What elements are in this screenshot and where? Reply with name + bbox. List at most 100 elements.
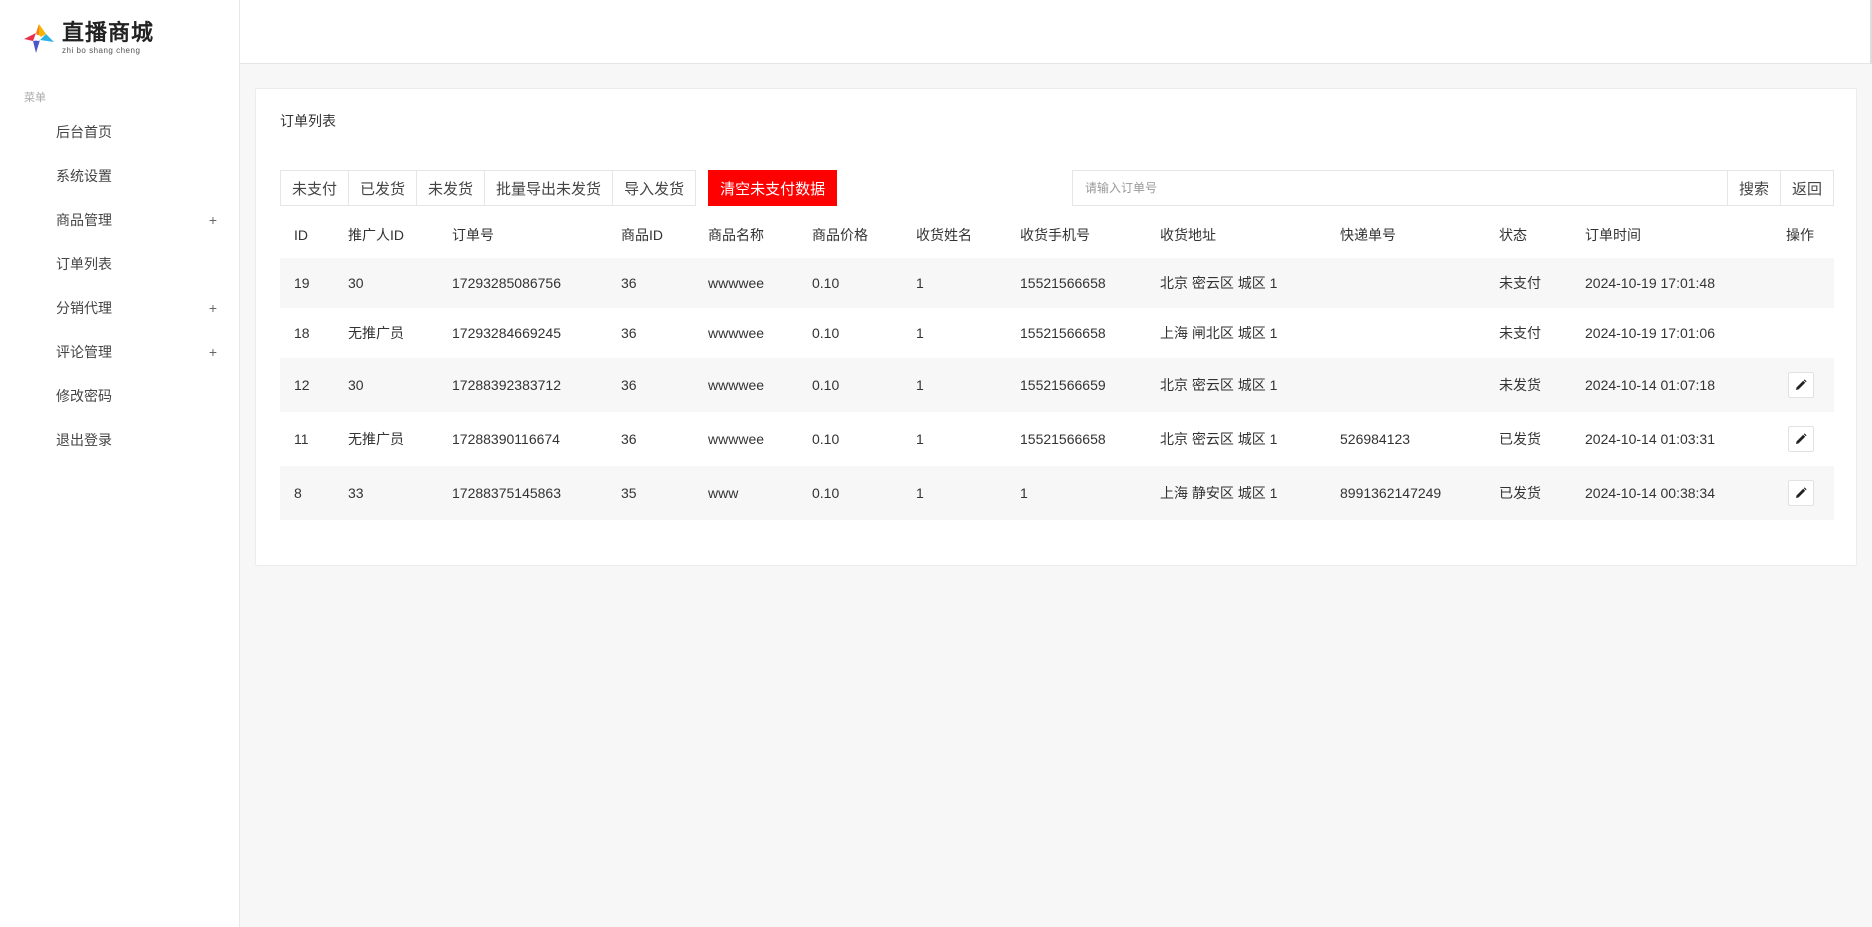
cell-address: 北京 密云区 城区 1 (1160, 377, 1278, 393)
pencil-icon (1796, 379, 1807, 390)
filter-shipped-button[interactable]: 已发货 (349, 170, 418, 206)
cell-product-name: wwwwee (708, 377, 765, 393)
cell-status: 未支付 (1499, 275, 1541, 291)
logo[interactable]: 直播商城 zhi bo shang cheng (22, 20, 154, 56)
plus-icon[interactable]: + (206, 212, 220, 228)
cell-actions (1766, 308, 1834, 358)
cell-receiver-phone: 15521566658 (1020, 325, 1106, 341)
sidebar-item-products[interactable]: 商品管理 + (0, 198, 240, 242)
column-header-tracking-no: 快递单号 (1340, 227, 1396, 243)
cell-id: 12 (294, 377, 310, 393)
plus-icon[interactable]: + (206, 300, 220, 316)
sidebar-item-label: 订单列表 (56, 256, 112, 272)
filter-unpaid-button[interactable]: 未支付 (280, 170, 350, 206)
cell-status: 未支付 (1499, 325, 1541, 341)
export-unshipped-button[interactable]: 批量导出未发货 (485, 170, 614, 206)
cell-tracking-no (1326, 358, 1485, 412)
clear-unpaid-button[interactable]: 清空未支付数据 (708, 170, 838, 206)
cell-order-time: 2024-10-19 17:01:48 (1585, 275, 1715, 291)
cell-status: 已发货 (1499, 431, 1541, 447)
column-header-product-id: 商品ID (621, 227, 663, 243)
cell-product-id: 36 (621, 275, 637, 291)
cell-status: 未发货 (1499, 377, 1541, 393)
table-row: 19 30 17293285086756 36 wwwwee 0.10 1 15… (280, 258, 1834, 308)
cell-order-no: 17293285086756 (452, 275, 562, 291)
column-header-promoter-id: 推广人ID (348, 227, 404, 243)
table-row: 8 33 17288375145863 35 www 0.10 1 1 上海 静… (280, 466, 1834, 520)
cell-product-id: 36 (621, 431, 637, 447)
cell-tracking-no (1326, 258, 1485, 308)
filter-unshipped-button[interactable]: 未发货 (417, 170, 486, 206)
cell-address: 北京 密云区 城区 1 (1160, 275, 1278, 291)
cell-promoter: 无推广员 (348, 431, 404, 447)
column-header-actions: 操作 (1786, 227, 1814, 243)
column-header-order-no: 订单号 (452, 227, 494, 243)
top-header (240, 0, 1872, 64)
sidebar-item-label: 分销代理 (56, 300, 112, 316)
cell-promoter: 30 (348, 377, 364, 393)
edit-order-button[interactable] (1788, 480, 1814, 506)
sidebar-item-dashboard[interactable]: 后台首页 (0, 110, 240, 154)
cell-address: 上海 静安区 城区 1 (1160, 485, 1278, 501)
sidebar-item-label: 退出登录 (56, 432, 112, 448)
cell-id: 18 (294, 325, 310, 341)
cell-actions (1766, 412, 1834, 466)
table-row: 18 无推广员 17293284669245 36 wwwwee 0.10 1 … (280, 308, 1834, 358)
cell-price: 0.10 (812, 485, 840, 501)
column-header-receiver-name: 收货姓名 (916, 227, 972, 243)
cell-order-no: 17293284669245 (452, 325, 562, 341)
column-header-price: 商品价格 (812, 227, 868, 243)
cell-product-name: wwwwee (708, 275, 765, 291)
cell-actions (1766, 358, 1834, 412)
cell-product-id: 36 (621, 325, 637, 341)
cell-actions (1766, 258, 1834, 308)
sidebar-item-logout[interactable]: 退出登录 (0, 418, 240, 462)
cell-price: 0.10 (812, 325, 840, 341)
table-header-row: ID 推广人ID 订单号 商品ID 商品名称 商品价格 收货姓名 收货手机号 收… (280, 212, 1834, 258)
order-number-search-input[interactable] (1073, 171, 1727, 205)
cell-product-id: 36 (621, 377, 637, 393)
cell-receiver-phone: 15521566659 (1020, 377, 1106, 393)
sidebar-item-change-password[interactable]: 修改密码 (0, 374, 240, 418)
logo-subtitle: zhi bo shang cheng (62, 45, 141, 55)
column-header-address: 收货地址 (1160, 227, 1216, 243)
cell-product-id: 35 (621, 485, 637, 501)
page-title: 订单列表 (280, 113, 336, 129)
cell-order-no: 17288392383712 (452, 377, 562, 393)
orders-table: ID 推广人ID 订单号 商品ID 商品名称 商品价格 收货姓名 收货手机号 收… (280, 212, 1834, 520)
search-button[interactable]: 搜索 (1726, 171, 1780, 205)
sidebar: 直播商城 zhi bo shang cheng 菜单 后台首页 系统设置 商品管… (0, 0, 240, 927)
plus-icon[interactable]: + (206, 344, 220, 360)
cell-tracking-no: 8991362147249 (1340, 485, 1442, 501)
column-header-product-name: 商品名称 (708, 227, 764, 243)
cell-order-time: 2024-10-14 00:38:34 (1585, 485, 1715, 501)
cell-order-time: 2024-10-14 01:07:18 (1585, 377, 1715, 393)
back-button[interactable]: 返回 (1779, 171, 1833, 205)
cell-receiver-phone: 15521566658 (1020, 431, 1106, 447)
sidebar-item-distribution[interactable]: 分销代理 + (0, 286, 240, 330)
cell-receiver-name: 1 (916, 275, 924, 291)
cell-product-name: wwwwee (708, 325, 765, 341)
table-row: 11 无推广员 17288390116674 36 wwwwee 0.10 1 … (280, 412, 1834, 466)
cell-order-time: 2024-10-14 01:03:31 (1585, 431, 1715, 447)
cell-receiver-name: 1 (916, 431, 924, 447)
cell-receiver-phone: 15521566658 (1020, 275, 1106, 291)
filter-toolbar: 未支付 已发货 未发货 批量导出未发货 导入发货 清空未支付数据 (280, 170, 838, 206)
logo-mark-icon (22, 20, 56, 56)
search-box: 搜索 返回 (1072, 170, 1834, 206)
edit-order-button[interactable] (1788, 426, 1814, 452)
edit-order-button[interactable] (1788, 372, 1814, 398)
cell-tracking-no (1326, 308, 1485, 358)
column-header-order-time: 订单时间 (1585, 227, 1641, 243)
sidebar-item-comments[interactable]: 评论管理 + (0, 330, 240, 374)
cell-id: 11 (294, 431, 309, 447)
cell-price: 0.10 (812, 275, 840, 291)
sidebar-item-orders[interactable]: 订单列表 (0, 242, 240, 286)
cell-product-name: www (708, 485, 739, 501)
cell-receiver-name: 1 (916, 325, 924, 341)
cell-order-no: 17288375145863 (452, 485, 562, 501)
cell-address: 北京 密云区 城区 1 (1160, 431, 1278, 447)
cell-product-name: wwwwee (708, 431, 765, 447)
sidebar-item-settings[interactable]: 系统设置 (0, 154, 240, 198)
import-shipping-button[interactable]: 导入发货 (613, 170, 697, 206)
